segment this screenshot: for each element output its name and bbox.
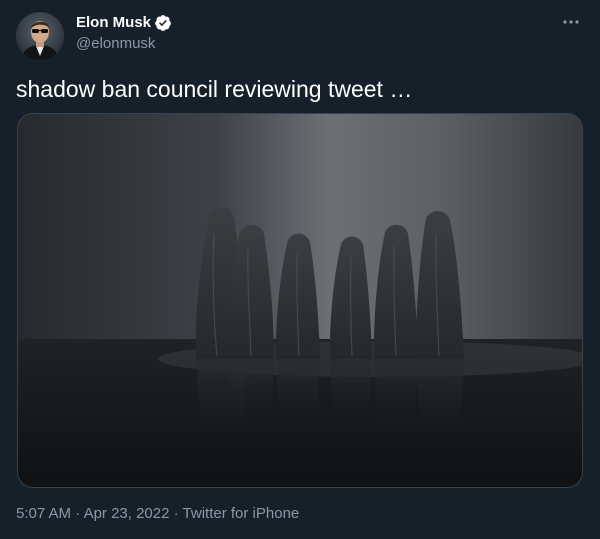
meta-separator: · — [173, 505, 179, 522]
tweet-media[interactable] — [17, 113, 583, 488]
tweet-meta: 5:07 AM · Apr 23, 2022 · Twitter for iPh… — [16, 504, 299, 524]
more-icon — [563, 20, 579, 24]
media-photo — [18, 114, 582, 487]
avatar-image — [16, 12, 64, 60]
avatar[interactable] — [16, 12, 64, 60]
meta-separator: · — [75, 505, 81, 522]
more-button[interactable] — [558, 12, 584, 32]
name-row: Elon Musk — [76, 13, 172, 33]
verified-badge-icon[interactable] — [154, 14, 172, 32]
tweet-source[interactable]: Twitter for iPhone — [183, 505, 300, 522]
tweet-text: shadow ban council reviewing tweet … — [16, 76, 413, 102]
tweet-time[interactable]: 5:07 AM — [16, 505, 71, 522]
handle[interactable]: @elonmusk — [76, 34, 172, 54]
display-name[interactable]: Elon Musk — [76, 13, 151, 33]
user-meta: Elon Musk @elonmusk — [76, 13, 172, 54]
tweet-card: Elon Musk @elonmusk shadow ban council r… — [0, 0, 600, 539]
tweet-date[interactable]: Apr 23, 2022 — [84, 505, 170, 522]
